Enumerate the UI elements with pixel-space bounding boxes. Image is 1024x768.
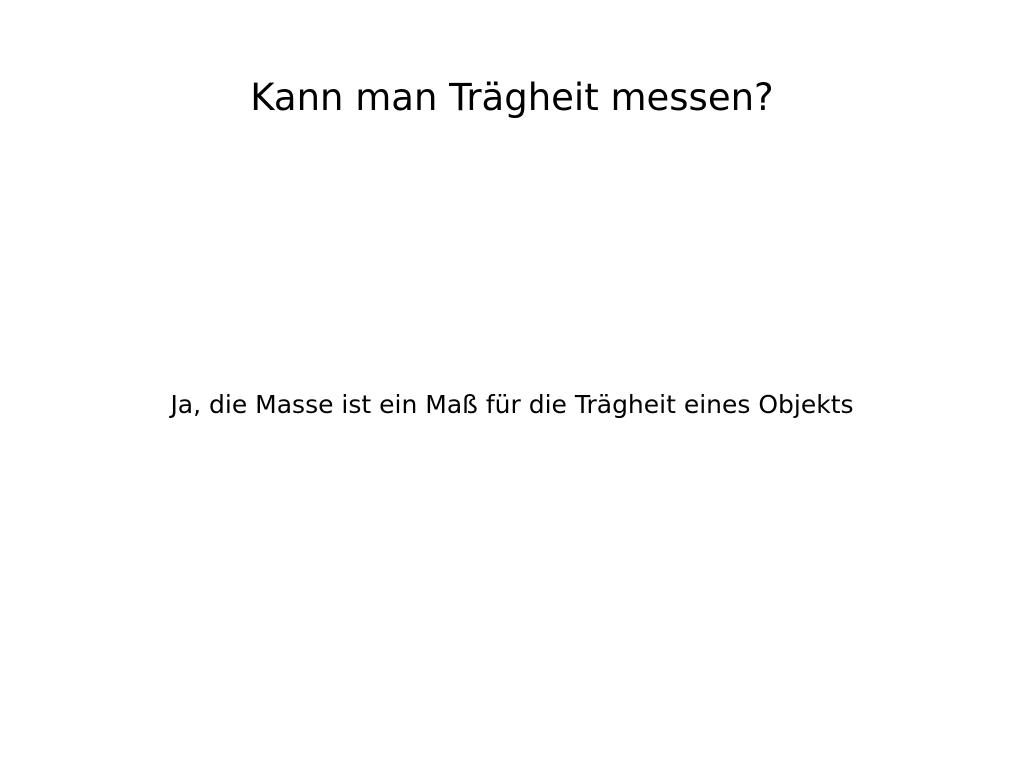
slide: Kann man Trägheit messen? Ja, die Masse …: [0, 0, 1024, 768]
slide-title: Kann man Trägheit messen?: [250, 76, 774, 119]
slide-body-text: Ja, die Masse ist ein Maß für die Träghe…: [170, 390, 854, 419]
